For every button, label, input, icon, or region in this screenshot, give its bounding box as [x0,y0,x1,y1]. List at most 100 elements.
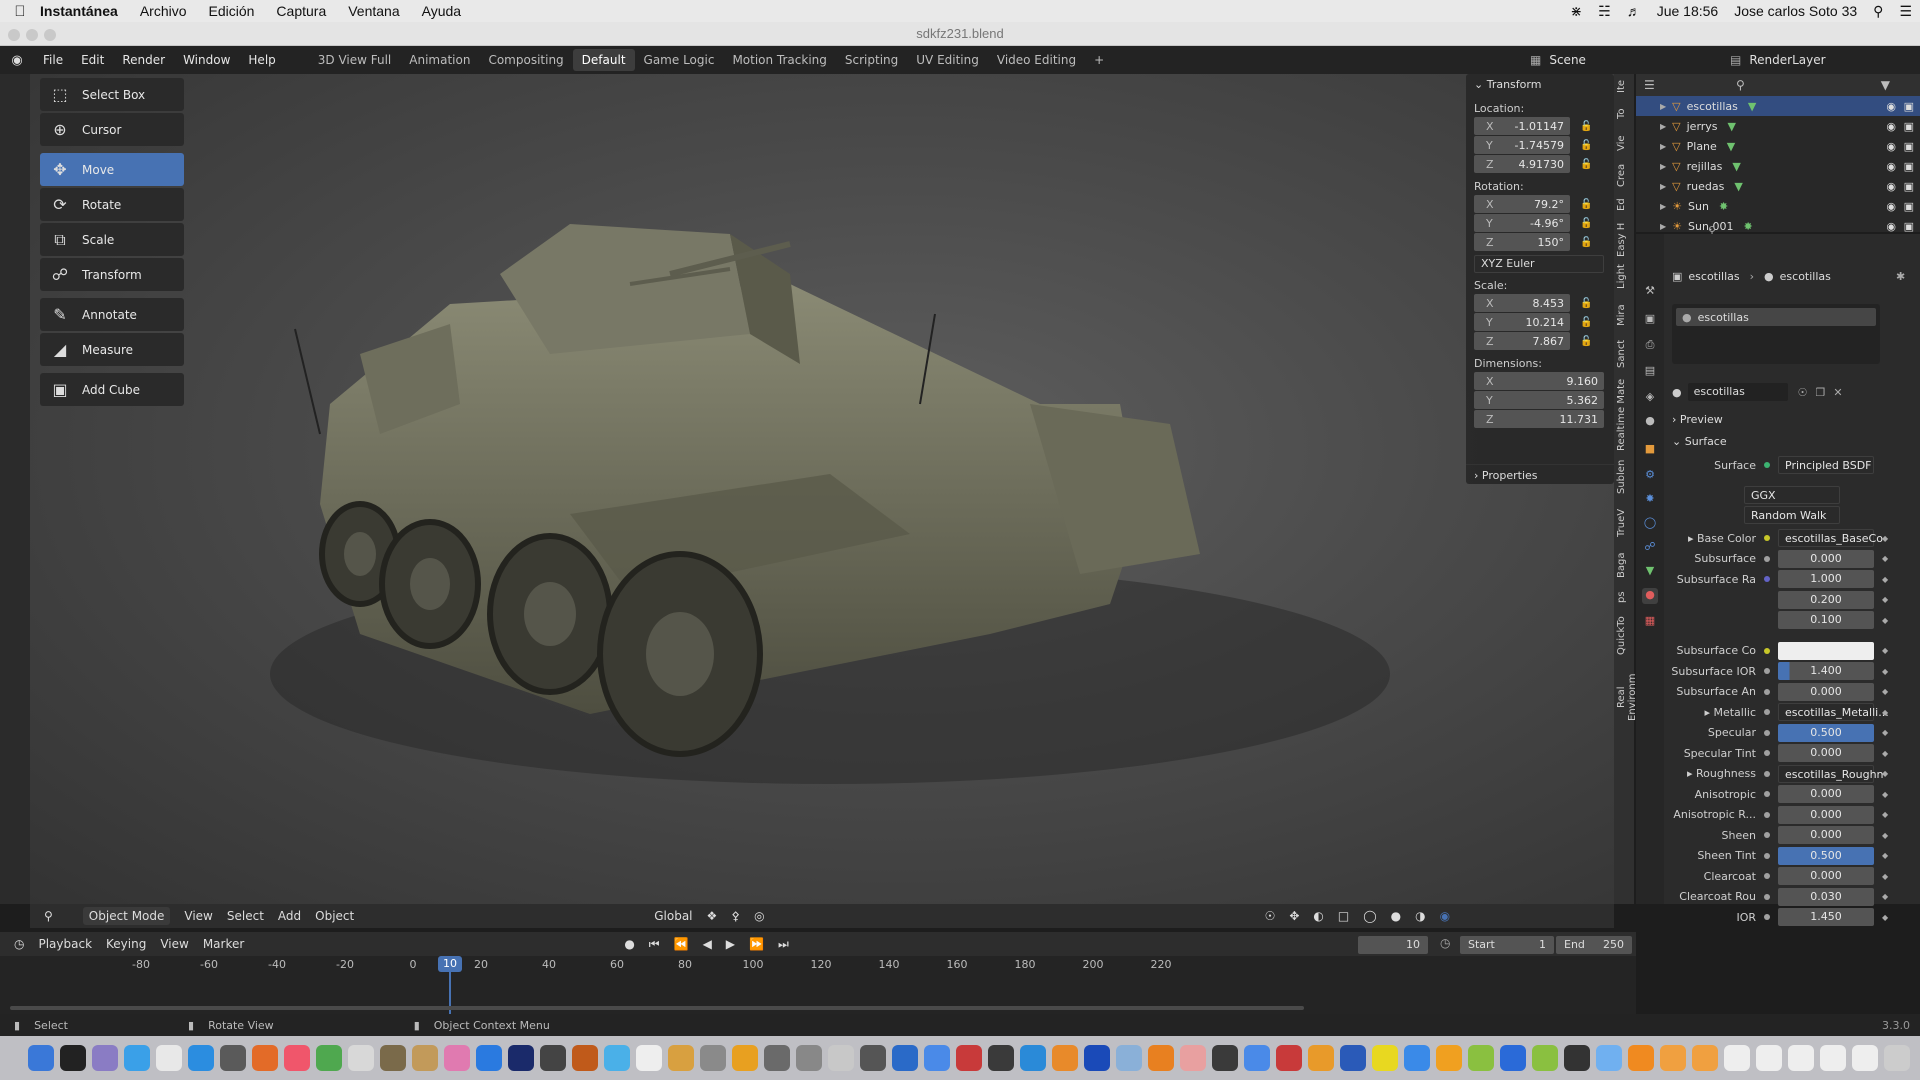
bsdf-value-field[interactable]: 0.000 [1778,744,1874,762]
dock-app-icon[interactable] [1276,1045,1302,1071]
bsdf-value-field[interactable]: 1.450 [1778,908,1874,926]
tab-uv-editing[interactable]: UV Editing [907,49,988,71]
dock-app-icon[interactable] [1116,1045,1142,1071]
dock-app-icon[interactable] [380,1045,406,1071]
keyframe-icon[interactable]: ◆ [1882,749,1888,758]
bsdf-value-field[interactable]: 1.000 [1778,570,1874,588]
bsdf-value-field[interactable]: 0.000 [1778,785,1874,803]
menu-render[interactable]: Render [113,53,174,67]
minimize-window-button[interactable] [26,29,38,41]
view-layer-icon[interactable]: ▤ [1642,364,1658,380]
visibility-eye-icon[interactable]: ◉ [1886,140,1896,153]
sidebar-tab-9[interactable]: Realtime Mate [1616,378,1632,452]
bluetooth-icon[interactable]: ⋇ [1570,3,1582,20]
keyframe-icon[interactable]: ◆ [1882,646,1888,655]
dimension-y-field[interactable]: Y 5.362 [1474,391,1604,409]
keyframe-icon[interactable]: ◆ [1882,831,1888,840]
render-icon[interactable]: ▣ [1642,312,1658,328]
dock-app-icon[interactable] [668,1045,694,1071]
dock-app-icon[interactable] [156,1045,182,1071]
outliner-item-sun[interactable]: ▶ ☀ Sun ✸ ◉ ▣ [1636,196,1920,216]
keyframe-icon[interactable]: ◆ [1882,790,1888,799]
sidebar-tab-8[interactable]: Sanct [1616,336,1632,372]
jump-end-icon[interactable]: ⏭ [778,937,789,952]
keyframe-icon[interactable]: ◆ [1882,534,1888,543]
keyframe-icon[interactable]: ◆ [1882,575,1888,584]
current-frame-field[interactable]: 10 [1358,936,1428,954]
menu-view[interactable]: View [184,909,212,923]
location-y-field[interactable]: Y -1.74579 [1474,136,1570,154]
dock-app-icon[interactable] [1180,1045,1206,1071]
sidebar-tab-1[interactable]: To [1616,102,1632,126]
dock-app-icon[interactable] [1052,1045,1078,1071]
material-name-field[interactable]: escotillas [1687,383,1788,401]
dock-app-icon[interactable] [316,1045,342,1071]
menu-file[interactable]: File [34,53,72,67]
keyframe-icon[interactable]: ◆ [1882,810,1888,819]
dock-app-icon[interactable] [28,1045,54,1071]
dock-app-icon[interactable] [540,1045,566,1071]
bsdf-value-field[interactable]: 1.400 [1778,662,1874,680]
menu-view[interactable]: View [160,937,188,951]
bsdf-value-field[interactable]: 0.000 [1778,826,1874,844]
dock-app-icon[interactable] [1820,1045,1846,1071]
menu-window[interactable]: Window [174,53,239,67]
visibility-eye-icon[interactable]: ◉ [1886,180,1896,193]
menu-add[interactable]: Add [278,909,301,923]
dock-app-icon[interactable] [444,1045,470,1071]
dock-app-icon[interactable] [1724,1045,1750,1071]
pin-icon[interactable]: ✱ [1896,270,1905,283]
scene-selector[interactable]: ▦ Scene [1530,50,1680,70]
shading-rendered-icon[interactable]: ◉ [1440,909,1450,923]
visibility-eye-icon[interactable]: ◉ [1886,120,1896,133]
material-slot-list[interactable]: ● escotillas [1672,304,1880,364]
dimension-x-field[interactable]: X 9.160 [1474,372,1604,390]
tab-scripting[interactable]: Scripting [836,49,907,71]
keyframe-icon[interactable]: ◆ [1882,708,1888,717]
dock-app-icon[interactable] [1564,1045,1590,1071]
dock-app-icon[interactable] [1628,1045,1654,1071]
dock-app-icon[interactable] [1468,1045,1494,1071]
menu-object[interactable]: Object [315,909,354,923]
tab-video-editing[interactable]: Video Editing [988,49,1085,71]
keyframe-icon[interactable]: ◆ [1882,851,1888,860]
bsdf-value-field[interactable]: 0.200 [1778,590,1874,609]
dock-app-icon[interactable] [1660,1045,1686,1071]
scale-y-field[interactable]: Y 10.214 [1474,313,1570,331]
app-menu[interactable]: Instantánea [40,3,118,19]
menu-keying[interactable]: Keying [106,937,146,951]
bsdf-value-field[interactable]: 0.000 [1778,867,1874,885]
dock-app-icon[interactable] [508,1045,534,1071]
dock-app-icon[interactable] [348,1045,374,1071]
sidebar-tab-10[interactable]: Sublen [1616,458,1632,496]
expand-icon[interactable]: ▶ [1660,182,1666,191]
play-reverse-icon[interactable]: ◀ [703,937,712,951]
dock-app-icon[interactable] [860,1045,886,1071]
menu-edit[interactable]: Edit [72,53,113,67]
mode-select[interactable]: Object Mode [82,907,171,925]
constraints-icon[interactable]: ☍ [1642,540,1658,556]
dock-app-icon[interactable] [1212,1045,1238,1071]
scale-x-field[interactable]: X 8.453 [1474,294,1570,312]
end-frame-field[interactable]: End 250 [1556,936,1632,954]
dock-app-icon[interactable] [572,1045,598,1071]
tool-scale[interactable]: ⧉ Scale [40,223,184,256]
dock-app-icon[interactable] [1244,1045,1270,1071]
user-name[interactable]: Jose carlos Soto 33 [1734,3,1857,19]
output-icon[interactable]: ⎙ [1642,338,1658,354]
render-camera-icon[interactable]: ▣ [1904,140,1914,153]
lock-icon[interactable]: 🔓 [1580,237,1592,248]
timeline-scrollbar[interactable] [10,1006,1304,1010]
timeline-editor-icon[interactable]: ◷ [14,937,24,951]
dock-app-icon[interactable] [956,1045,982,1071]
dock-app-icon[interactable] [412,1045,438,1071]
dock-app-icon[interactable] [1884,1045,1910,1071]
menu-archivo[interactable]: Archivo [140,3,187,19]
material-browse-icon[interactable]: ● [1672,386,1682,399]
material-slot[interactable]: ● escotillas [1676,308,1876,326]
dock-app-icon[interactable] [636,1045,662,1071]
light-data-icon[interactable]: ✸ [1719,200,1728,213]
sidebar-tab-14[interactable]: QuickTo [1616,614,1632,658]
shading-solid-icon[interactable]: ● [1391,909,1401,923]
mesh-data-icon[interactable]: ▼ [1734,180,1742,193]
